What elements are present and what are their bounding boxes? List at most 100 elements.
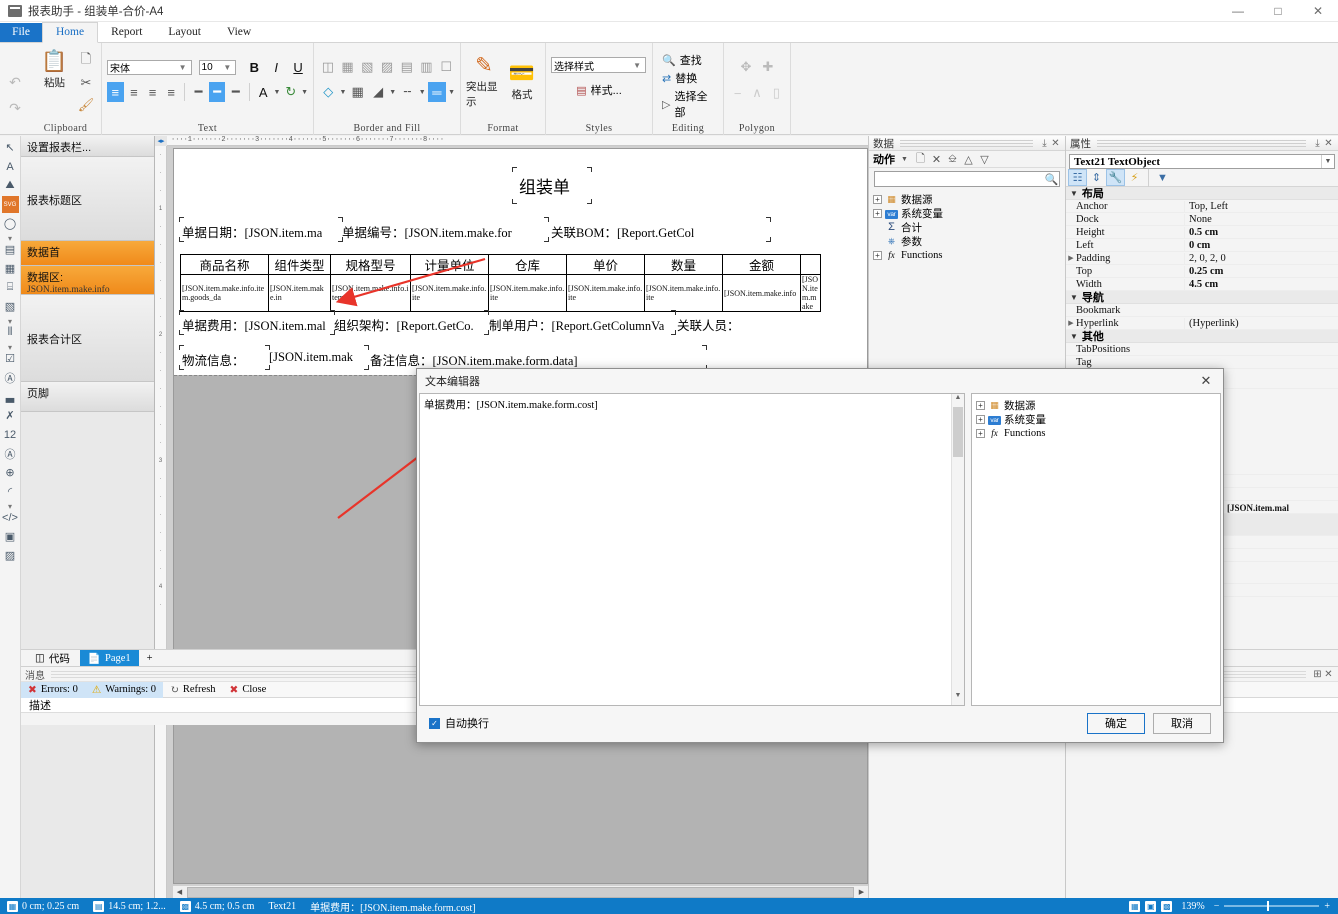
footer-field-org[interactable]: 组织架构：[Report.GetCo. <box>334 315 474 334</box>
close-icon[interactable]: ✕ <box>1323 669 1334 680</box>
chart-icon[interactable]: ▃ <box>2 388 19 405</box>
warnings-filter-button[interactable]: ⚠ Warnings: 0 <box>84 681 164 698</box>
autowrap-checkbox[interactable]: ✓ 自动换行 <box>429 715 489 731</box>
shape-icon[interactable]: ◯ <box>2 215 19 232</box>
property-row-hyperlink[interactable]: ▶ Hyperlink (Hyperlink) <box>1066 317 1338 330</box>
report-table[interactable]: 商品名称 组件类型 规格型号 计量单位 仓库 单价 数量 金额 [JSON.it… <box>180 254 821 312</box>
zoom-slider-knob[interactable] <box>1267 901 1270 911</box>
property-value[interactable]: (Hyperlink) <box>1184 317 1338 329</box>
scroll-right-icon[interactable]: ▶ <box>855 888 868 896</box>
errors-filter-button[interactable]: ✖ Errors: 0 <box>21 681 85 698</box>
styles-button[interactable]: ▤ 样式... <box>572 81 626 99</box>
band-report-title[interactable]: 报表标题区 <box>21 157 154 241</box>
header-field-number[interactable]: 单据编号：[JSON.item.make.for <box>342 222 512 241</box>
tree-node-functions[interactable]: + fx Functions <box>976 426 1216 440</box>
scissors-icon[interactable]: ✂ <box>76 73 96 93</box>
close-button[interactable]: ✕ <box>1298 0 1338 22</box>
redo-icon[interactable]: ↷ <box>5 99 25 119</box>
scroll-left-icon[interactable]: ◀ <box>173 888 186 896</box>
property-row-left[interactable]: Left 0 cm <box>1066 239 1338 252</box>
refresh-button[interactable]: ↻ Refresh <box>163 682 222 698</box>
zoom-in-button[interactable]: + <box>1324 901 1330 912</box>
expand-icon[interactable]: + <box>873 194 882 204</box>
remove-point-icon[interactable]: − <box>729 83 746 103</box>
property-row-padding[interactable]: ▶ Padding 2, 0, 2, 0 <box>1066 252 1338 265</box>
add-point-icon[interactable]: ✚ <box>758 57 778 77</box>
table-row[interactable]: [JSON.item.make.info.item.str. <box>330 274 411 312</box>
fill-pattern-icon[interactable]: ▦ <box>348 82 366 102</box>
rich-text-icon[interactable]: ▤ <box>2 241 19 258</box>
table-row[interactable]: [JSON.item.make.info <box>722 274 801 312</box>
pin-icon[interactable]: ⤓ <box>1039 138 1050 149</box>
close-icon[interactable]: ✕ <box>1323 138 1334 149</box>
table-header-cell[interactable]: 商品名称 <box>180 254 269 275</box>
header-field-bom[interactable]: 关联BOM：[Report.GetCol <box>551 222 694 241</box>
table-header-cell[interactable]: 规格型号 <box>330 254 411 275</box>
property-row-bookmark[interactable]: Bookmark <box>1066 304 1338 317</box>
table-header-cell[interactable]: 仓库 <box>488 254 567 275</box>
align-middle-icon[interactable]: ━ <box>208 82 226 102</box>
align-justify-icon[interactable]: ≡ <box>163 82 180 102</box>
minimize-button[interactable]: — <box>1218 0 1258 22</box>
table-header-cell[interactable]: 组件类型 <box>268 254 331 275</box>
barcode-icon[interactable]: ⦀ <box>2 324 19 341</box>
chevron-down-icon[interactable]: ▼ <box>301 89 308 96</box>
group-header-layout[interactable]: ▼ 布局 <box>1066 187 1338 200</box>
footer-field-person[interactable]: 关联人员： <box>677 315 740 334</box>
number-icon[interactable]: 12 <box>2 426 19 443</box>
property-value[interactable]: 4.5 cm <box>1184 278 1338 290</box>
checkbox-icon[interactable]: ☑ <box>2 350 19 367</box>
curve-point-icon[interactable]: ∧ <box>748 83 765 103</box>
border-all-icon[interactable]: ◫ <box>319 57 337 77</box>
cancel-button[interactable]: 取消 <box>1153 712 1211 734</box>
tab-home[interactable]: Home <box>42 22 99 43</box>
alphabetical-icon[interactable]: ⇕ <box>1088 170 1105 185</box>
group-header-navigation[interactable]: ▼ 导航 <box>1066 291 1338 304</box>
align-right-icon[interactable]: ≡ <box>144 82 161 102</box>
table-icon[interactable]: ▦ <box>2 260 19 277</box>
align-center-icon[interactable]: ≡ <box>126 82 143 102</box>
expand-icon[interactable]: ▶ <box>1066 319 1076 327</box>
matrix-icon[interactable]: ⌸ <box>2 279 19 296</box>
footer-field-remark[interactable]: 备注信息：[JSON.item.make.form.data] <box>370 350 578 369</box>
find-button[interactable]: 🔍 查找 <box>658 51 718 69</box>
format-painter-icon[interactable]: 🖌 <box>76 95 96 115</box>
property-value[interactable]: 0.5 cm <box>1184 226 1338 238</box>
chevron-down-icon[interactable]: ▼ <box>1321 155 1334 168</box>
ok-button[interactable]: 确定 <box>1087 712 1145 734</box>
border-top-icon[interactable]: ▧ <box>358 57 376 77</box>
underline-button[interactable]: U <box>288 57 308 77</box>
tree-node-datasource[interactable]: + ▦ 数据源 <box>976 398 1216 412</box>
scroll-down-icon[interactable]: ▼ <box>952 692 964 705</box>
search-input[interactable] <box>875 172 1044 186</box>
subreport-icon[interactable]: ▣ <box>2 528 19 545</box>
edit-icon[interactable]: ⎒ <box>946 153 959 166</box>
table-row[interactable]: [JSON.item.make.info.ite <box>488 274 567 312</box>
bold-button[interactable]: B <box>244 57 264 77</box>
gauge-icon[interactable]: ◜ <box>2 483 19 500</box>
preview-icon[interactable]: ▣ <box>1145 900 1157 912</box>
tab-report[interactable]: Report <box>98 23 155 42</box>
pin-icon[interactable]: ⊞ <box>1312 669 1323 680</box>
pointer-icon[interactable]: ↖ <box>2 139 19 156</box>
table-header-cell[interactable] <box>800 254 821 275</box>
tab-layout[interactable]: Layout <box>155 23 214 42</box>
expand-icon[interactable]: + <box>976 414 985 424</box>
maximize-button[interactable]: □ <box>1258 0 1298 22</box>
dropdown-caret-icon[interactable]: ▾ <box>8 502 12 511</box>
expand-icon[interactable]: + <box>873 208 882 218</box>
pdf-icon[interactable]: ▨ <box>2 547 19 564</box>
footer-field-logistics-value[interactable]: [JSON.item.mak <box>269 350 353 365</box>
picture-icon[interactable]: ⛰ <box>2 177 19 194</box>
table-row[interactable]: [JSON.item.make.info.ite <box>644 274 723 312</box>
font-color-icon[interactable]: A <box>255 82 272 102</box>
band-configure[interactable]: 设置报表栏... <box>21 136 154 157</box>
tree-node-system-variables[interactable]: + var 系统变量 <box>873 206 1061 220</box>
border-color-icon[interactable]: ◢ <box>369 82 387 102</box>
zipcode-icon[interactable]: Ⓐ <box>2 369 19 386</box>
property-row-height[interactable]: Height 0.5 cm <box>1066 226 1338 239</box>
copy-icon[interactable]: 🗋 <box>76 51 96 71</box>
italic-button[interactable]: I <box>266 57 286 77</box>
property-value[interactable]: Top, Left <box>1184 200 1338 212</box>
html-icon[interactable]: </> <box>2 509 19 526</box>
